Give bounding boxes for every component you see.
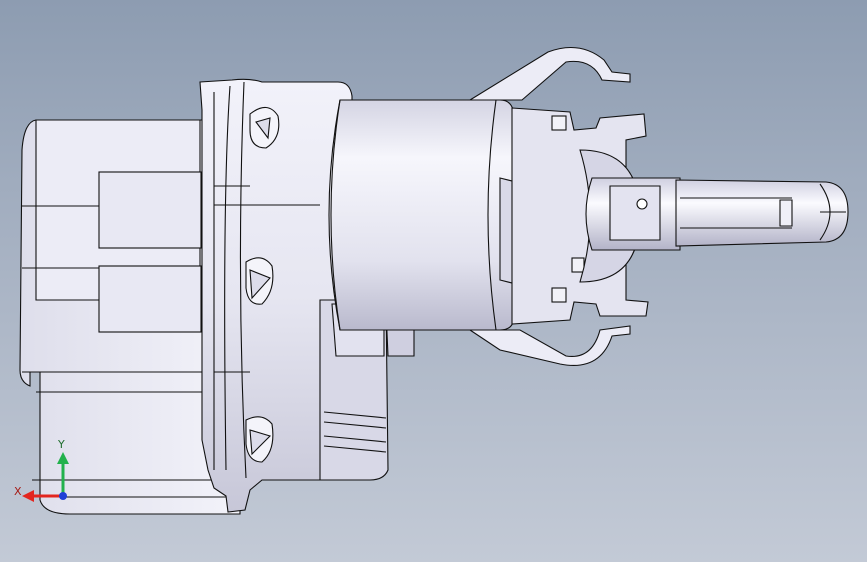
actuator-shaft xyxy=(585,177,849,251)
z-axis-point xyxy=(59,492,67,500)
main-cylinder xyxy=(328,99,517,331)
cad-part-model[interactable] xyxy=(0,0,867,562)
triad-axes xyxy=(22,452,69,502)
graphics-viewport[interactable]: Y X xyxy=(0,0,867,562)
y-axis-label: Y xyxy=(58,438,65,451)
x-axis-arrow xyxy=(22,490,34,502)
orientation-triad: Y X xyxy=(14,438,84,508)
y-axis-arrow xyxy=(57,452,69,464)
x-axis-label: X xyxy=(14,485,22,498)
